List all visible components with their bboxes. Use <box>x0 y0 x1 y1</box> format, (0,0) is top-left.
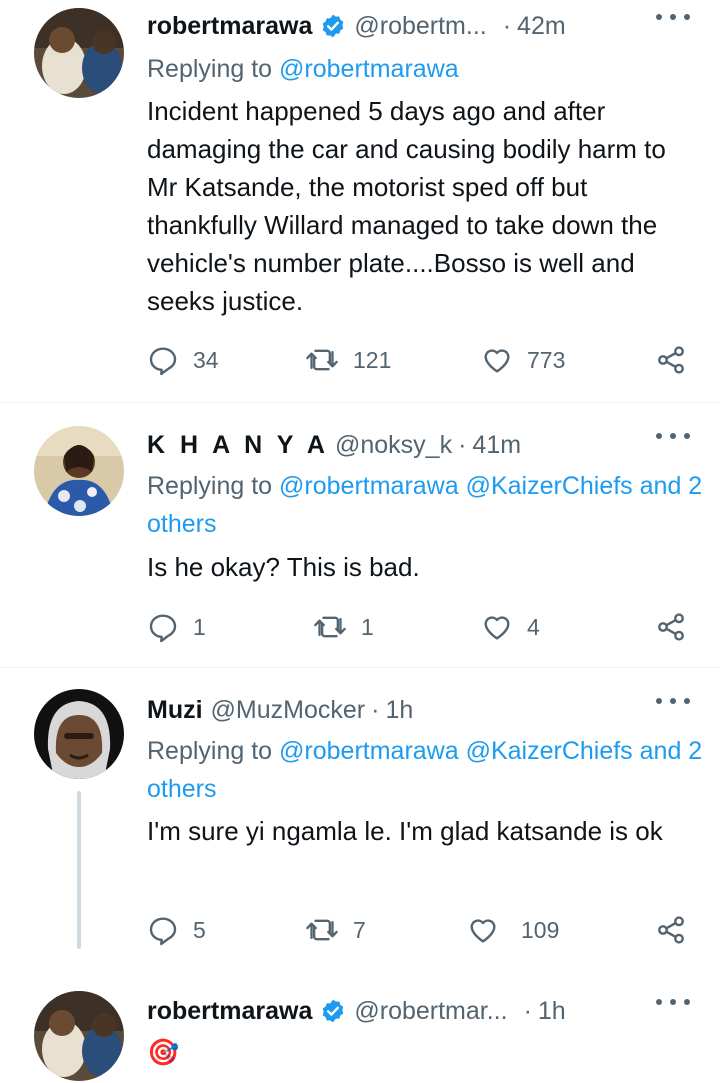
more-options-icon[interactable] <box>656 431 690 441</box>
display-name[interactable]: Muzi <box>147 696 203 725</box>
separator-dot: · <box>502 11 512 40</box>
avatar-photo <box>34 689 124 779</box>
retweet-count: 7 <box>353 916 366 943</box>
avatar-photo <box>34 8 124 98</box>
more-options-icon[interactable] <box>656 696 690 706</box>
replying-to: Replying to @robertmarawa @KaizerChiefs … <box>147 732 707 808</box>
avatar[interactable] <box>34 689 124 779</box>
timestamp[interactable]: 42m <box>517 12 566 41</box>
timestamp[interactable]: 41m <box>472 431 521 460</box>
reply-icon <box>149 347 177 376</box>
retweet-icon <box>314 616 346 638</box>
like-button[interactable]: 109 <box>467 910 559 950</box>
separator-dot: · <box>458 430 467 459</box>
timestamp[interactable]: 1h <box>538 997 566 1026</box>
tweet-text: I'm sure yi ngamla le. I'm glad katsande… <box>147 816 663 846</box>
reply-icon <box>149 917 177 946</box>
tweet-header: K H A N Y A @noksy_k · 41m <box>147 425 720 465</box>
tweet-header: Muzi @MuzMocker · 1h <box>147 690 720 730</box>
retweet-icon <box>306 349 338 371</box>
share-button[interactable] <box>655 340 687 380</box>
share-icon <box>658 346 684 374</box>
reply-button[interactable]: 1 <box>147 607 206 647</box>
tweet-1[interactable]: robertmarawa @robertm... · 42m Replying … <box>0 0 720 402</box>
user-handle[interactable]: @robertmar... <box>354 997 507 1026</box>
more-options-icon[interactable] <box>656 12 690 22</box>
more-options-icon[interactable] <box>656 997 690 1007</box>
like-icon <box>484 349 510 373</box>
user-handle[interactable]: @noksy_k <box>335 431 452 460</box>
share-button[interactable] <box>655 607 687 647</box>
display-name[interactable]: K H A N Y A <box>147 431 329 460</box>
avatar-photo <box>34 426 124 516</box>
avatar[interactable] <box>34 991 124 1081</box>
like-button[interactable]: 773 <box>481 340 565 380</box>
separator-dot: · <box>523 996 532 1025</box>
share-icon <box>658 916 684 944</box>
tweet-2[interactable]: K H A N Y A @noksy_k · 41m Replying to @… <box>0 403 720 667</box>
display-name[interactable]: robertmarawa <box>147 12 312 41</box>
thread-line <box>77 791 81 949</box>
tweet-text: 🎯 <box>147 1037 180 1067</box>
tweet-text: Is he okay? This is bad. <box>147 552 420 582</box>
replying-to-link[interactable]: @robertmarawa @KaizerChiefs <box>279 737 633 765</box>
replying-to-link[interactable]: @robertmarawa <box>279 55 459 83</box>
avatar[interactable] <box>34 8 124 98</box>
tweet-3[interactable]: Muzi @MuzMocker · 1h Replying to @robert… <box>0 668 720 973</box>
replying-label: Replying to <box>147 55 273 83</box>
like-count: 109 <box>521 916 560 943</box>
like-count: 4 <box>527 613 540 640</box>
replying-to: Replying to @robertmarawa <box>147 50 707 88</box>
retweet-button[interactable]: 121 <box>305 340 391 380</box>
verified-badge-icon <box>323 14 344 38</box>
tweet-header: robertmarawa @robertmar... · 1h <box>147 991 720 1031</box>
replying-label: Replying to <box>147 737 273 765</box>
avatar-photo <box>34 991 124 1081</box>
user-handle[interactable]: @MuzMocker <box>211 696 366 725</box>
user-handle[interactable]: @robertm... <box>354 12 486 41</box>
reply-count: 1 <box>193 613 206 640</box>
tweet-4[interactable]: robertmarawa @robertmar... · 1h 🎯 <box>0 973 720 1083</box>
retweet-icon <box>306 919 338 941</box>
tweet-header: robertmarawa @robertm... · 42m <box>147 6 720 46</box>
tweet-actions: 34 121 773 <box>147 340 692 380</box>
reply-icon <box>149 614 177 643</box>
retweet-button[interactable]: 7 <box>305 910 366 950</box>
timestamp[interactable]: 1h <box>385 696 413 725</box>
display-name[interactable]: robertmarawa <box>147 997 312 1026</box>
verified-badge-icon <box>323 999 344 1023</box>
like-icon <box>484 616 510 640</box>
like-icon <box>470 919 496 943</box>
retweet-button[interactable]: 1 <box>313 607 374 647</box>
like-button[interactable]: 4 <box>481 607 540 647</box>
separator-dot: · <box>371 695 380 724</box>
retweet-count: 121 <box>353 346 392 373</box>
replying-to: Replying to @robertmarawa @KaizerChiefs … <box>147 467 707 543</box>
replying-label: Replying to <box>147 472 273 500</box>
tweet-text: Incident happened 5 days ago and after d… <box>147 96 666 316</box>
replying-to-link[interactable]: @robertmarawa @KaizerChiefs <box>279 472 633 500</box>
avatar[interactable] <box>34 426 124 516</box>
share-icon <box>658 613 684 641</box>
tweet-actions: 1 1 4 <box>147 607 692 647</box>
reply-count: 5 <box>193 916 206 943</box>
tweet-actions: 5 7 109 <box>147 910 692 950</box>
like-count: 773 <box>527 346 566 373</box>
reply-button[interactable]: 5 <box>147 910 206 950</box>
reply-button[interactable]: 34 <box>147 340 219 380</box>
share-button[interactable] <box>655 910 687 950</box>
reply-count: 34 <box>193 346 219 373</box>
retweet-count: 1 <box>361 613 374 640</box>
